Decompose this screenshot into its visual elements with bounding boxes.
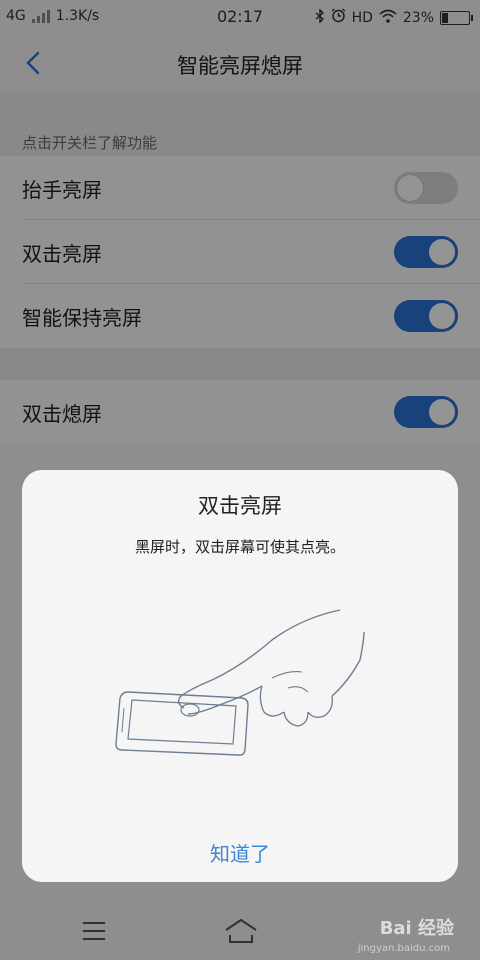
watermark-brand: Bai 经验 (379, 918, 454, 939)
hand-drawing (177, 609, 365, 727)
feature-dialog: 双击亮屏 黑屏时，双击屏幕可使其点亮。 知道了 (22, 470, 458, 882)
dialog-description: 黑屏时，双击屏幕可使其点亮。 (134, 538, 345, 556)
got-it-button[interactable]: 知道了 (22, 838, 458, 867)
dialog-title: 双击亮屏 (198, 494, 282, 518)
watermark-url: jingyan.baidu.com (357, 943, 450, 954)
double-tap-illustration (115, 609, 365, 756)
